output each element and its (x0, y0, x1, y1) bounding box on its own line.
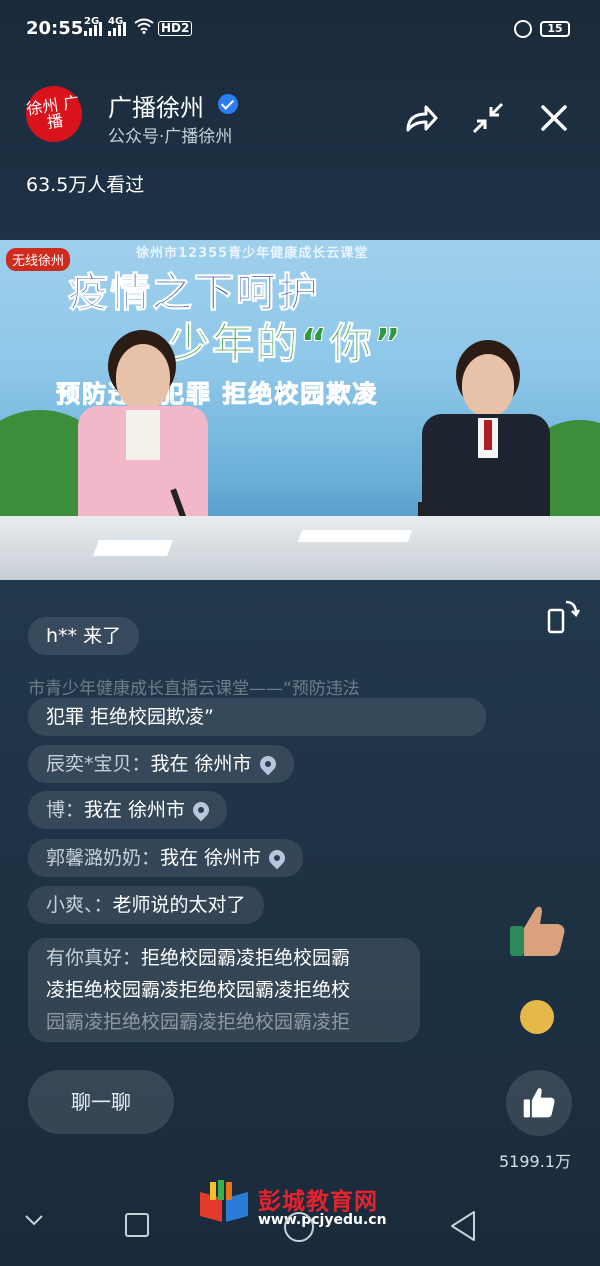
video-top-caption: 徐州市12355青少年健康成长云课堂 (136, 246, 369, 261)
nav-recents-icon[interactable] (124, 1212, 150, 1238)
chat-username: 小爽、： (46, 894, 113, 916)
studio-desk (0, 516, 600, 580)
chat-message: 辰奕*宝贝：我在 徐州市 (28, 745, 294, 783)
like-button[interactable] (506, 1070, 572, 1136)
location-pin-icon (189, 798, 213, 822)
signal-bars-2-icon (108, 22, 126, 36)
channel-logo: 无线徐州 (6, 248, 71, 271)
thumbs-up-emoji-icon (510, 906, 565, 956)
chat-text: 我在 徐州市 (160, 847, 262, 869)
view-count: 63.5万人看过 (26, 174, 145, 196)
nav-chevron-down-icon[interactable] (22, 1208, 46, 1232)
watermark-url: www.pcjyedu.cn (258, 1212, 387, 1228)
account-avatar[interactable]: 徐州 广播 (25, 86, 82, 142)
battery-level: 15 (540, 21, 570, 37)
chat-text: 老师说的太对了 (112, 894, 246, 916)
rotate-screen-icon[interactable] (546, 598, 580, 634)
location-pin-icon (256, 752, 279, 776)
share-icon[interactable] (400, 98, 440, 138)
wifi-icon (134, 18, 154, 34)
desk-papers (297, 530, 413, 542)
minimize-icon[interactable] (468, 98, 508, 138)
close-icon[interactable] (534, 98, 574, 138)
video-title-line3: 预防违法犯罪 拒绝校园欺凌 (55, 380, 379, 409)
chat-input[interactable]: 聊一聊 (28, 1070, 174, 1134)
entry-notice-text: h** 来了 (46, 625, 122, 647)
rotation-lock-icon (514, 20, 532, 38)
chat-message: 郭馨潞奶奶：我在 徐州市 (28, 839, 304, 877)
like-count: 5199.1万 (499, 1152, 571, 1171)
account-name[interactable]: 广播徐州 (108, 88, 204, 123)
emoji-reaction-icon (520, 1000, 554, 1034)
comment-continued: 犯罪 拒绝校园欺凌” (28, 698, 486, 736)
chat-message: 小爽、：老师说的太对了 (28, 886, 264, 924)
thumbs-up-icon (523, 1088, 555, 1118)
video-title-line2: 少年的“你” (167, 319, 404, 369)
desk-papers (93, 540, 173, 556)
chat-text: 拒绝校园霸凌拒绝校园霸 (141, 947, 351, 969)
nav-home-icon[interactable] (282, 1210, 316, 1244)
book-logo-icon (200, 1180, 248, 1222)
chat-username: 郭馨潞奶奶： (46, 847, 161, 869)
chat-message: 博：我在 徐州市 (28, 791, 228, 829)
chat-username: 博： (46, 799, 85, 821)
chat-username: 辰奕*宝贝： (46, 753, 151, 775)
watermark-title: 彭城教育网 (258, 1189, 378, 1215)
nav-back-icon[interactable] (448, 1210, 478, 1242)
verified-badge-icon (218, 94, 238, 114)
hd-voice-badge: HD2 (158, 21, 193, 36)
status-bar: 20:55 2G 4G HD2 15 (0, 0, 600, 60)
chat-text: 园霸凌拒绝校园霸凌拒绝校园霸凌拒 (46, 1011, 351, 1033)
comment-text: 犯罪 拒绝校园欺凌” (46, 706, 214, 728)
chat-text: 凌拒绝校园霸凌拒绝校园霸凌拒绝校 (46, 979, 351, 1001)
chat-message-long: 有你真好：拒绝校园霸凌拒绝校园霸 凌拒绝校园霸凌拒绝校园霸凌拒绝校 园霸凌拒绝校… (28, 938, 420, 1042)
entry-notice: h** 来了 (28, 617, 140, 655)
account-logo-text: 徐州 广播 (25, 92, 81, 132)
location-pin-icon (265, 846, 289, 870)
status-time: 20:55 (26, 18, 84, 39)
signal-bars-1-icon (84, 22, 102, 36)
chat-username: 有你真好： (46, 947, 142, 969)
chat-text: 我在 徐州市 (84, 799, 186, 821)
faded-comment-line: 市青少年健康成长直播云课堂——“预防违法 (28, 679, 360, 699)
chat-text: 我在 徐州市 (150, 753, 252, 775)
live-video-player[interactable]: 徐州市12355青少年健康成长云课堂 无线徐州 疫情之下呵护 少年的“你” 预防… (0, 240, 600, 580)
account-subtitle: 公众号·广播徐州 (108, 127, 233, 147)
